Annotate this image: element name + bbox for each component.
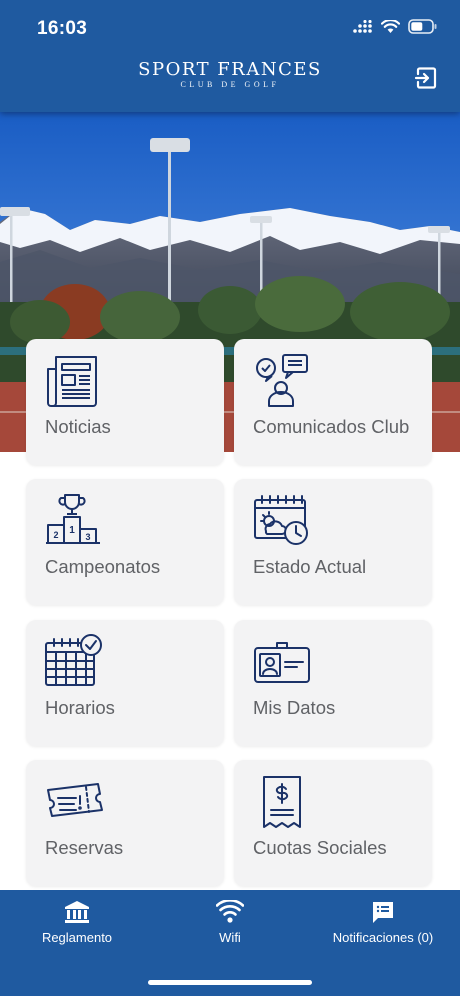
nav-reglamento[interactable]: Reglamento	[40, 900, 114, 945]
tile-estado-actual[interactable]: Estado Actual	[234, 479, 432, 605]
tile-noticias[interactable]: Noticias	[26, 339, 224, 465]
app-header: 16:03 SPORT FRANCES CLUB DE GOLF	[0, 0, 460, 112]
tile-campeonatos[interactable]: 1 2 3 Campeonatos	[26, 479, 224, 605]
tile-label: Comunicados Club	[253, 416, 410, 437]
menu-grid: Noticias Comunicados Club 1 2 3 Campeona…	[0, 0, 460, 996]
tile-label: Noticias	[45, 416, 111, 437]
tile-mis-datos[interactable]: Mis Datos	[234, 620, 432, 746]
cellular-signal-icon	[353, 19, 372, 33]
svg-text:3: 3	[85, 532, 90, 542]
tile-label: Campeonatos	[45, 556, 161, 577]
home-indicator	[148, 980, 312, 985]
club-logo: SPORT FRANCES CLUB DE GOLF	[0, 59, 460, 90]
status-icons	[353, 19, 438, 34]
tile-reservas[interactable]: Reservas	[26, 760, 224, 886]
tile-label: Cuotas Sociales	[253, 837, 387, 858]
message-list-icon	[373, 902, 393, 923]
nav-wifi[interactable]: Wifi	[205, 900, 255, 945]
nav-label: Notificaciones (0)	[332, 930, 434, 945]
nav-label: Wifi	[219, 930, 241, 945]
brand-subtitle: CLUB DE GOLF	[180, 80, 280, 89]
trophy-podium-icon: 1 2 3	[46, 494, 100, 544]
svg-text:2: 2	[53, 530, 58, 540]
tile-label: Estado Actual	[253, 556, 367, 577]
calendar-check-icon	[45, 634, 102, 686]
nav-label: Reglamento	[41, 930, 113, 945]
newspaper-icon	[47, 356, 97, 407]
speech-bubbles-icon	[256, 354, 308, 407]
tile-label: Horarios	[45, 697, 115, 718]
wifi-icon	[381, 19, 400, 33]
battery-icon	[408, 19, 437, 34]
tile-comunicados-club[interactable]: Comunicados Club	[234, 339, 432, 465]
tile-label: Mis Datos	[253, 697, 336, 718]
calendar-weather-icon	[254, 495, 308, 545]
tile-horarios[interactable]: Horarios	[26, 620, 224, 746]
id-card-icon	[254, 642, 310, 683]
status-time: 16:03	[37, 18, 88, 39]
brand-name: SPORT FRANCES	[138, 59, 322, 80]
ticket-icon	[47, 783, 103, 817]
logout-icon[interactable]	[414, 66, 438, 90]
wifi-icon	[216, 900, 244, 923]
nav-notificaciones[interactable]: Notificaciones (0)	[330, 900, 436, 945]
tile-label: Reservas	[45, 837, 124, 858]
invoice-dollar-icon	[263, 776, 301, 828]
tile-cuotas-sociales[interactable]: Cuotas Sociales	[234, 760, 432, 886]
institution-icon	[65, 901, 89, 923]
svg-text:1: 1	[69, 525, 75, 536]
